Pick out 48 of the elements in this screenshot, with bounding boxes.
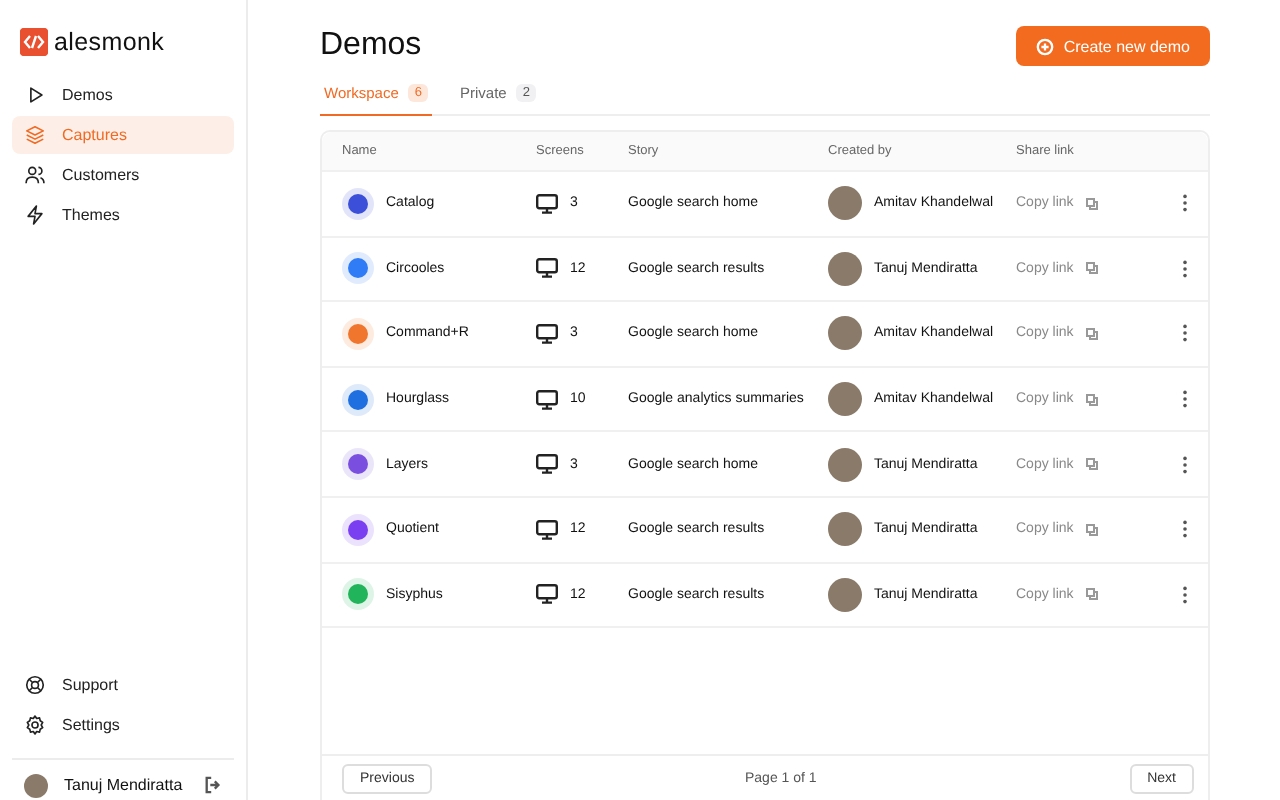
monitor-icon <box>536 258 558 279</box>
copy-icon[interactable] <box>1085 523 1098 536</box>
user-avatar <box>24 773 48 797</box>
creator-avatar <box>828 382 862 417</box>
more-options-icon[interactable] <box>1182 324 1188 343</box>
creator-avatar <box>828 186 862 221</box>
more-options-icon[interactable] <box>1182 585 1188 604</box>
copy-icon[interactable] <box>1085 588 1098 601</box>
monitor-icon <box>536 193 558 214</box>
more-options-icon[interactable] <box>1182 390 1188 409</box>
sidebar-item[interactable]: Captures <box>12 116 234 154</box>
sidebar-item[interactable]: Themes <box>12 196 234 234</box>
creator-avatar <box>828 447 862 482</box>
brand-logo-icon <box>20 28 48 56</box>
sidebar-item[interactable]: Customers <box>12 156 234 194</box>
sidebar-item[interactable]: Support <box>12 666 234 704</box>
copy-icon[interactable] <box>1085 393 1098 406</box>
copy-icon[interactable] <box>1085 327 1098 340</box>
monitor-icon <box>536 519 558 540</box>
creator-avatar <box>828 577 862 612</box>
copy-icon[interactable] <box>1085 197 1098 210</box>
brand-name: alesmonk <box>54 28 165 56</box>
play-icon <box>24 84 46 106</box>
layers-icon <box>24 124 46 146</box>
sidebar-item[interactable]: Settings <box>12 706 234 744</box>
lifebuoy-icon <box>24 674 46 696</box>
monitor-icon <box>536 323 558 344</box>
more-options-icon[interactable] <box>1182 194 1188 213</box>
creator-avatar <box>828 512 862 547</box>
logout-icon[interactable] <box>204 776 222 794</box>
copy-icon[interactable] <box>1085 458 1098 471</box>
create-demo-button[interactable]: Create new demo <box>1015 26 1210 66</box>
more-options-icon[interactable] <box>1182 259 1188 278</box>
user-name: Tanuj Mendiratta <box>64 776 183 794</box>
more-options-icon[interactable] <box>1182 455 1188 474</box>
sidebar-item[interactable]: Demos <box>12 76 234 114</box>
more-options-icon[interactable] <box>1182 520 1188 539</box>
creator-avatar <box>828 251 862 286</box>
plus-circle-icon <box>1035 37 1054 55</box>
creator-avatar <box>828 316 862 351</box>
lightning-icon <box>24 204 46 226</box>
monitor-icon <box>536 584 558 605</box>
settings-icon <box>24 714 46 736</box>
copy-icon[interactable] <box>1085 262 1098 275</box>
users-icon <box>24 164 46 186</box>
monitor-icon <box>536 389 558 410</box>
monitor-icon <box>536 454 558 475</box>
page-title: Demos <box>320 28 422 64</box>
